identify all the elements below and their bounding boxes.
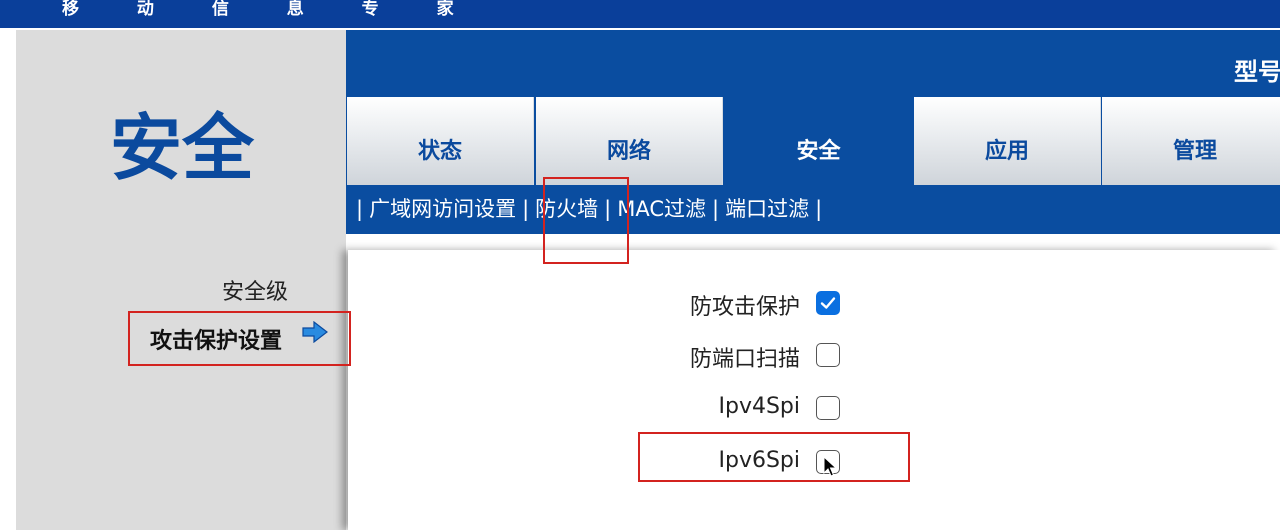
tab-application[interactable]: 应用 bbox=[914, 97, 1101, 185]
tab-security[interactable]: 安全 bbox=[725, 97, 912, 185]
subnav-separator: | bbox=[356, 197, 364, 221]
checkbox-port-scan-protection[interactable] bbox=[816, 343, 840, 367]
checkbox-attack-protection[interactable] bbox=[816, 291, 840, 315]
subnav-separator: | bbox=[604, 197, 612, 221]
subnav-separator: | bbox=[522, 197, 530, 221]
option-label-ipv4spi: Ipv4Spi bbox=[718, 394, 800, 419]
checkbox-ipv4spi[interactable] bbox=[816, 396, 840, 420]
tab-network[interactable]: 网络 bbox=[536, 97, 723, 185]
subnav-separator: | bbox=[815, 197, 823, 221]
model-label: 型号 bbox=[1234, 58, 1280, 86]
checkmark-icon bbox=[820, 297, 836, 309]
subnav-separator: | bbox=[712, 197, 720, 221]
subnav-bar: | 广域网访问设置 | 防火墙 | MAC过滤 | 端口过滤 | bbox=[356, 193, 828, 225]
page-title: 安全 bbox=[110, 106, 255, 190]
mouse-cursor-icon bbox=[823, 455, 838, 482]
option-label-ipv6spi: Ipv6Spi bbox=[718, 448, 800, 473]
content-panel bbox=[348, 250, 1280, 530]
option-label-port-scan-protection: 防端口扫描 bbox=[689, 347, 800, 372]
tab-status[interactable]: 状态 bbox=[347, 97, 534, 185]
top-banner: 移 动 信 息 专 家 bbox=[0, 0, 1280, 28]
option-label-attack-protection: 防攻击保护 bbox=[689, 295, 800, 320]
subnav-item-firewall[interactable]: 防火墙 bbox=[535, 197, 598, 221]
subnav-item-mac-filter[interactable]: MAC过滤 bbox=[617, 197, 706, 221]
subnav-item-port-filter[interactable]: 端口过滤 bbox=[725, 197, 809, 221]
arrow-right-icon bbox=[302, 320, 328, 344]
tab-management[interactable]: 管理 bbox=[1102, 97, 1280, 185]
sidebar bbox=[16, 234, 346, 530]
subnav-item-wan-access[interactable]: 广域网访问设置 bbox=[369, 197, 516, 221]
sidebar-item-attack-protection[interactable]: 攻击保护设置 bbox=[150, 323, 282, 355]
slogan-text: 移 动 信 息 专 家 bbox=[62, 0, 480, 19]
sidebar-item-security-level[interactable]: 安全级 bbox=[222, 274, 288, 306]
